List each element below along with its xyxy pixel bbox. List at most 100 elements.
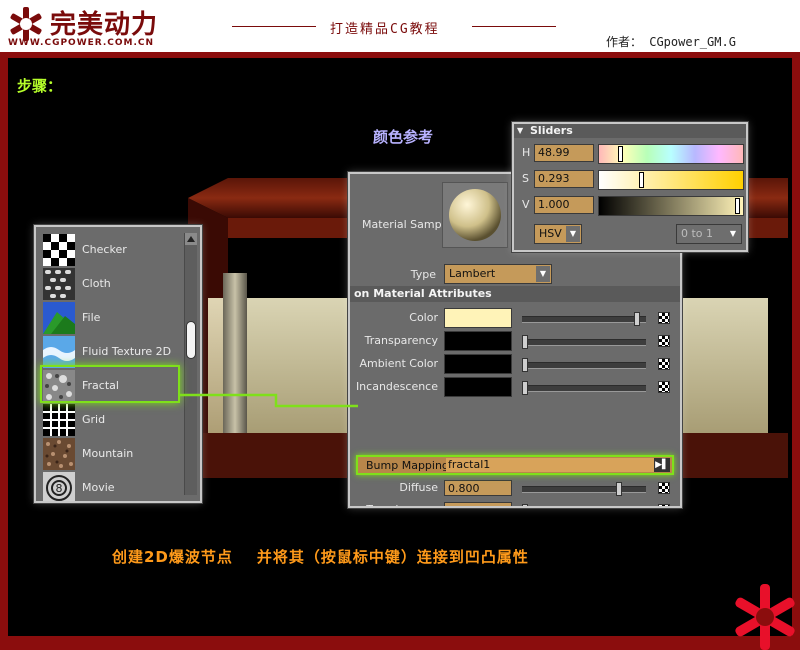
map-button-icon[interactable]	[658, 335, 670, 347]
texture-item-label: Grid	[82, 413, 106, 426]
texture-item-label: Movie	[82, 481, 115, 494]
map-button-icon[interactable]	[658, 381, 670, 393]
tutorial-stage: 步骤： 颜色参考 Checker Cloth File Fluid Textur…	[8, 58, 792, 636]
hue-slider-knob[interactable]	[618, 146, 623, 162]
movie-icon: 8	[43, 472, 75, 501]
range-dropdown[interactable]: 0 to 1 ▼	[676, 224, 742, 244]
texture-item-label: Mountain	[82, 447, 134, 460]
attr-slider[interactable]	[522, 381, 646, 395]
texture-item-checker[interactable]: Checker	[42, 233, 180, 267]
h-input[interactable]: 48.99	[534, 144, 594, 162]
attr-label: Translucence	[350, 503, 438, 506]
map-button-icon[interactable]	[658, 482, 670, 494]
hue-slider[interactable]	[598, 144, 744, 164]
scroll-up-arrow-icon[interactable]	[185, 233, 197, 245]
attr-value-field[interactable]: 0.800	[444, 480, 512, 496]
collapse-arrow-icon[interactable]: ▼	[517, 124, 523, 138]
caption-part-1: 创建2D爆波节点	[112, 548, 233, 566]
steps-label: 步骤：	[17, 77, 63, 95]
color-reference-label: 颜色参考	[373, 128, 434, 146]
color-mode-dropdown[interactable]: HSV ▼	[534, 224, 582, 244]
attr-slider-knob[interactable]	[616, 482, 622, 496]
divider	[472, 26, 556, 27]
map-connect-icon[interactable]: ▶▌	[654, 458, 670, 472]
sliders-title-text: Sliders	[530, 124, 573, 137]
color-mode-value: HSV	[539, 227, 562, 240]
bump-mapping-row[interactable]: Bump Mapping fractal1 ▶▌	[356, 455, 674, 475]
texture-item-label: File	[82, 311, 101, 324]
scrollbar-thumb[interactable]	[186, 321, 196, 359]
texture-item-cloth[interactable]: Cloth	[42, 267, 180, 301]
attr-label: Incandescence	[355, 380, 438, 393]
attr-slider[interactable]	[522, 335, 646, 349]
map-button-icon[interactable]	[658, 358, 670, 370]
attr-label: Transparency	[364, 334, 438, 347]
bump-mapping-label: Bump Mapping	[366, 459, 449, 472]
brand-url: WWW.CGPOWER.COM.CN	[8, 38, 155, 48]
brand-name: 完美动力	[50, 10, 159, 40]
saturation-slider[interactable]	[598, 170, 744, 190]
attr-label: Diffuse	[399, 481, 438, 494]
section-header[interactable]: on Material Attributes	[350, 286, 680, 302]
h-label: H	[522, 146, 531, 159]
svg-text:8: 8	[56, 482, 63, 495]
brand-logo-icon	[10, 7, 42, 41]
texture-item-movie[interactable]: 8 Movie	[42, 471, 180, 501]
attr-slider-knob[interactable]	[522, 504, 528, 506]
texture-item-label: Checker	[82, 243, 127, 256]
file-icon	[43, 302, 75, 334]
attr-label: Color	[409, 311, 438, 324]
dropdown-arrow-icon: ▼	[566, 226, 580, 242]
value-slider[interactable]	[598, 196, 744, 216]
range-value: 0 to 1	[681, 227, 714, 240]
material-sphere-icon	[449, 189, 501, 241]
value-slider-knob[interactable]	[735, 198, 740, 214]
color-swatch[interactable]	[444, 308, 512, 328]
texture-item-fluid-texture-2d[interactable]: Fluid Texture 2D	[42, 335, 180, 369]
attr-slider[interactable]	[522, 358, 646, 372]
texture-item-label: Cloth	[82, 277, 111, 290]
cloth-icon	[43, 268, 75, 300]
fluid-texture-icon	[43, 336, 75, 368]
material-sample-label: Material Sample	[362, 218, 452, 231]
color-sliders-panel: ▼ Sliders H 48.99 S 0.293 V 1.000 HSV ▼ …	[512, 122, 748, 252]
texture-item-file[interactable]: File	[42, 301, 180, 335]
texture-list-panel: Checker Cloth File Fluid Texture 2D Frac…	[34, 225, 202, 503]
bump-mapping-field[interactable]: fractal1	[446, 458, 660, 472]
material-type-dropdown[interactable]: Lambert ▼	[444, 264, 552, 284]
texture-item-grid[interactable]: Grid	[42, 403, 180, 437]
divider	[232, 26, 316, 27]
attr-slider[interactable]	[522, 482, 646, 496]
mountain-icon	[43, 438, 75, 470]
type-label: Type	[410, 268, 436, 281]
dropdown-arrow-icon: ▼	[726, 226, 740, 242]
attr-slider-knob[interactable]	[522, 381, 528, 395]
saturation-slider-knob[interactable]	[639, 172, 644, 188]
map-button-icon[interactable]	[658, 312, 670, 324]
s-input[interactable]: 0.293	[534, 170, 594, 188]
attr-slider-knob[interactable]	[634, 312, 640, 326]
texture-list-scrollbar[interactable]	[184, 233, 197, 495]
attr-value-field[interactable]: 0.000	[444, 502, 512, 506]
instruction-caption: 创建2D爆波节点 并将其（按鼠标中键）连接到凹凸属性	[112, 546, 529, 567]
attr-slider[interactable]	[522, 312, 646, 326]
attr-slider-knob[interactable]	[522, 358, 528, 372]
slogan: 打造精品CG教程	[330, 22, 440, 37]
color-swatch[interactable]	[444, 331, 512, 351]
sliders-title[interactable]: ▼ Sliders	[514, 124, 746, 138]
map-button-icon[interactable]	[658, 504, 670, 506]
v-input[interactable]: 1.000	[534, 196, 594, 214]
material-type-value: Lambert	[449, 267, 496, 280]
attr-slider-knob[interactable]	[522, 335, 528, 349]
color-swatch[interactable]	[444, 354, 512, 374]
color-swatch[interactable]	[444, 377, 512, 397]
attr-label: Ambient Color	[359, 357, 438, 370]
corner-brand-icon	[735, 584, 795, 650]
dropdown-arrow-icon: ▼	[536, 266, 550, 282]
texture-item-label: Fluid Texture 2D	[82, 345, 172, 358]
caption-part-2: 并将其（按鼠标中键）连接到凹凸属性	[256, 548, 529, 566]
texture-item-mountain[interactable]: Mountain	[42, 437, 180, 471]
author-credit: 作者： CGpower_GM.G	[606, 35, 736, 49]
fractal-highlight	[40, 365, 180, 403]
v-label: V	[522, 198, 530, 211]
